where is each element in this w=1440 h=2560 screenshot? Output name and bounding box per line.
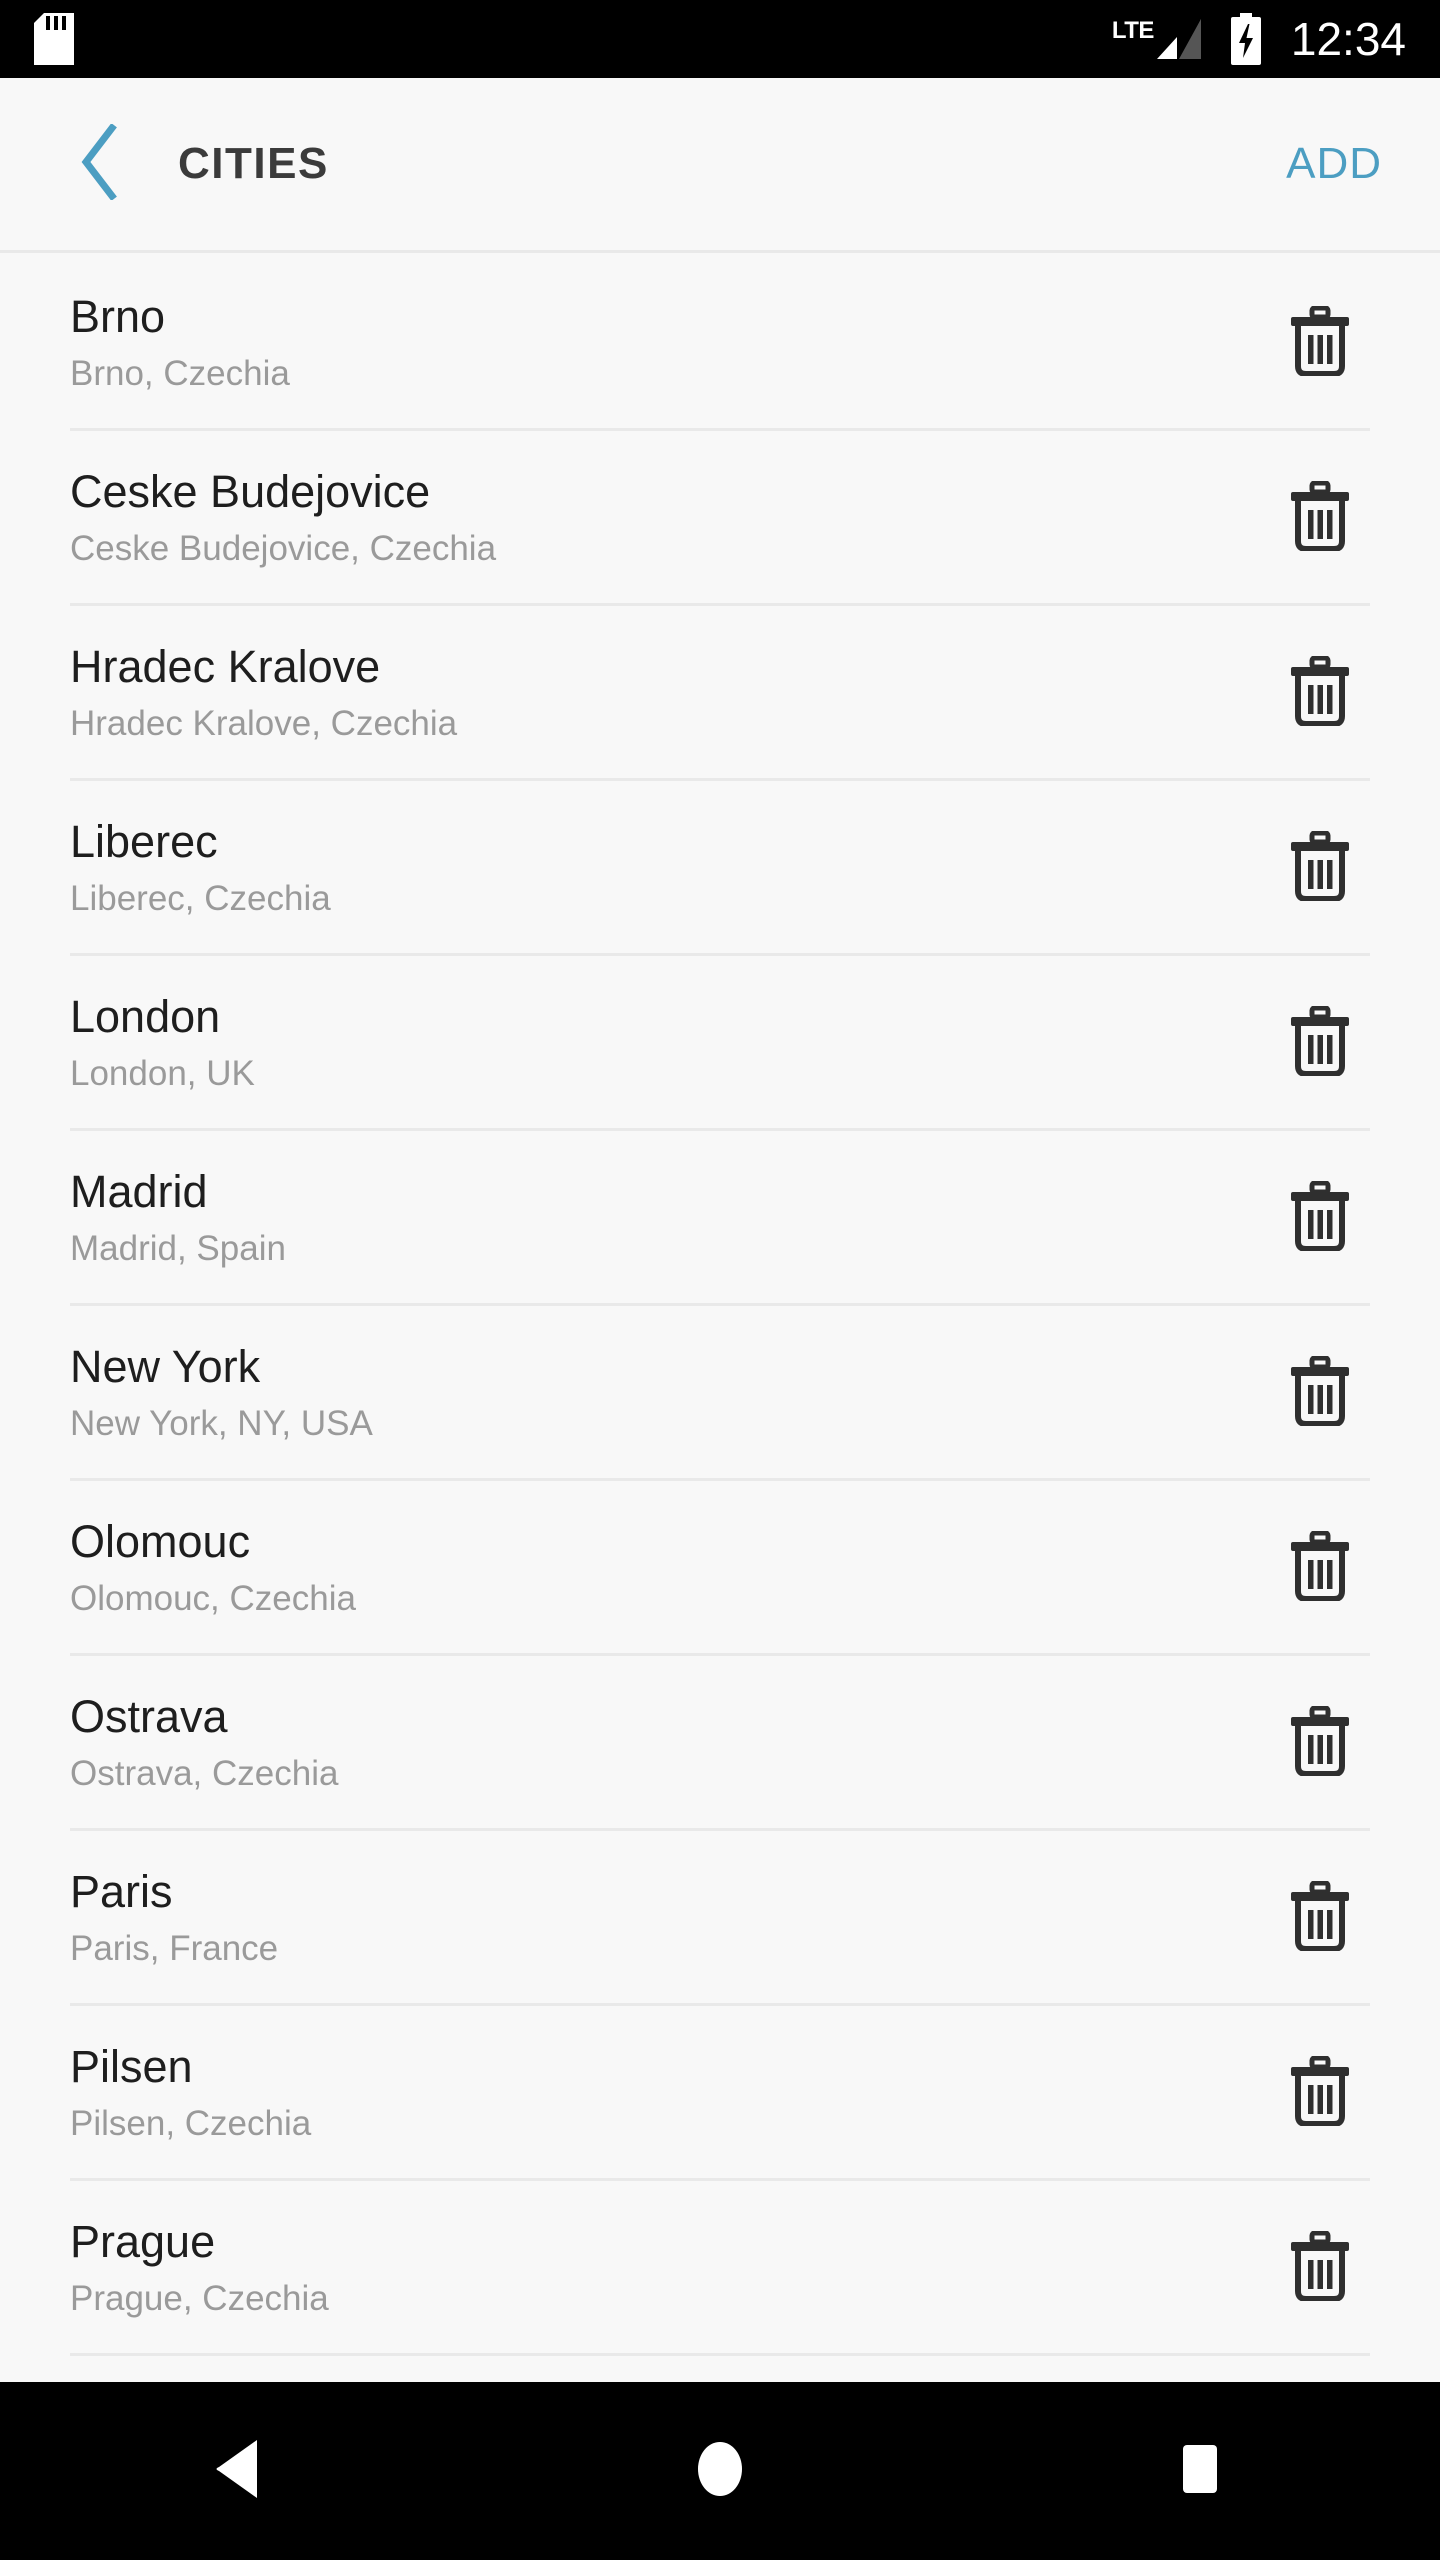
app-bar: CITIES ADD (0, 78, 1440, 253)
city-list-item[interactable]: Ostrava Ostrava, Czechia (0, 1656, 1440, 1831)
city-location: Ostrava, Czechia (70, 1754, 339, 1794)
city-location: Olomouc, Czechia (70, 1579, 356, 1619)
city-location: Liberec, Czechia (70, 879, 331, 919)
city-name: Ceske Budejovice (70, 466, 431, 518)
sim-card-icon (34, 13, 74, 65)
delete-city-button[interactable] (1245, 1131, 1395, 1306)
list-divider (70, 2353, 1370, 2356)
city-location: Brno, Czechia (70, 354, 290, 394)
city-list-item[interactable]: New York New York, NY, USA (0, 1306, 1440, 1481)
trash-icon (1289, 2230, 1351, 2306)
city-list-item-texts: Paris Paris, France (0, 1868, 1245, 1968)
trash-icon (1289, 480, 1351, 556)
city-name: Liberec (70, 816, 218, 868)
city-list-item-texts: New York New York, NY, USA (0, 1343, 1245, 1443)
square-icon (1171, 2438, 1229, 2505)
signal-bars-icon (1155, 15, 1203, 63)
city-list-item-texts: Prague Prague, Czechia (0, 2218, 1245, 2318)
city-name: Ostrava (70, 1691, 228, 1743)
battery-charging-icon (1229, 13, 1291, 65)
trash-icon (1289, 305, 1351, 381)
city-location: London, UK (70, 1054, 255, 1094)
city-list-item-texts: London London, UK (0, 993, 1245, 1093)
add-city-button[interactable]: ADD (1286, 139, 1382, 189)
city-list-item[interactable]: Brno Brno, Czechia (0, 256, 1440, 431)
triangle-left-icon (211, 2438, 269, 2505)
city-location: New York, NY, USA (70, 1404, 373, 1444)
status-bar-clock: 12:34 (1290, 13, 1406, 65)
city-list-item[interactable]: Liberec Liberec, Czechia (0, 781, 1440, 956)
city-list[interactable]: Brno Brno, Czechia Ceske Budejovice Ceske … (0, 256, 1440, 2382)
delete-city-button[interactable] (1245, 1481, 1395, 1656)
city-location: Pilsen, Czechia (70, 2104, 312, 2144)
trash-icon (1289, 1880, 1351, 1956)
nav-recents-button[interactable] (960, 2382, 1440, 2560)
city-name: New York (70, 1341, 261, 1393)
trash-icon (1289, 655, 1351, 731)
delete-city-button[interactable] (1245, 956, 1395, 1131)
city-list-item[interactable]: Ceske Budejovice Ceske Budejovice, Czechi… (0, 431, 1440, 606)
trash-icon (1289, 1530, 1351, 1606)
delete-city-button[interactable] (1245, 1306, 1395, 1481)
nav-home-button[interactable] (480, 2382, 960, 2560)
city-list-item-texts: Madrid Madrid, Spain (0, 1168, 1245, 1268)
city-name: London (70, 991, 221, 1043)
city-name: Hradec Kralove (70, 641, 381, 693)
network-type-label: LTE (1111, 17, 1155, 44)
trash-icon (1289, 2055, 1351, 2131)
city-list-item[interactable]: London London, UK (0, 956, 1440, 1131)
trash-icon (1289, 1355, 1351, 1431)
city-location: Hradec Kralove, Czechia (70, 704, 458, 744)
city-list-item[interactable]: Pilsen Pilsen, Czechia (0, 2006, 1440, 2181)
network-indicator: LTE (1112, 15, 1203, 63)
delete-city-button[interactable] (1245, 606, 1395, 781)
city-name: Paris (70, 1866, 173, 1918)
delete-city-button[interactable] (1245, 781, 1395, 956)
status-bar-left (0, 13, 1112, 65)
page-title: CITIES (178, 139, 329, 188)
city-list-item-texts: Olomouc Olomouc, Czechia (0, 1518, 1245, 1618)
city-location: Paris, France (70, 1929, 279, 1969)
city-location: Prague, Czechia (70, 2279, 329, 2319)
city-list-item-texts: Liberec Liberec, Czechia (0, 818, 1245, 918)
city-name: Olomouc (70, 1516, 251, 1568)
city-list-item-texts: Hradec Kralove Hradec Kralove, Czechia (0, 643, 1245, 743)
chevron-left-icon (78, 122, 122, 205)
city-list-item[interactable]: Paris Paris, France (0, 1831, 1440, 2006)
city-name: Pilsen (70, 2041, 193, 2093)
city-list-item-texts: Brno Brno, Czechia (0, 293, 1245, 393)
city-list-item-texts: Ceske Budejovice Ceske Budejovice, Czechi… (0, 468, 1245, 568)
city-list-item[interactable]: Olomouc Olomouc, Czechia (0, 1481, 1440, 1656)
city-list-item[interactable]: Madrid Madrid, Spain (0, 1131, 1440, 1306)
city-list-item-texts: Pilsen Pilsen, Czechia (0, 2043, 1245, 2143)
city-name: Prague (70, 2216, 216, 2268)
back-button[interactable] (40, 104, 160, 224)
city-name: Brno (70, 291, 166, 343)
city-location: Madrid, Spain (70, 1229, 286, 1269)
delete-city-button[interactable] (1245, 2181, 1395, 2356)
system-navigation-bar (0, 2382, 1440, 2560)
trash-icon (1289, 830, 1351, 906)
delete-city-button[interactable] (1245, 2006, 1395, 2181)
trash-icon (1289, 1005, 1351, 1081)
city-list-item[interactable]: Prague Prague, Czechia (0, 2181, 1440, 2356)
circle-icon (691, 2438, 749, 2505)
trash-icon (1289, 1180, 1351, 1256)
delete-city-button[interactable] (1245, 256, 1395, 431)
delete-city-button[interactable] (1245, 1656, 1395, 1831)
phone-screen: LTE 12:34 CITIES ADD Brno Brno, Czechia … (0, 0, 1440, 2560)
city-location: Ceske Budejovice, Czechia (70, 529, 497, 569)
city-name: Madrid (70, 1166, 208, 1218)
city-list-item[interactable]: Hradec Kralove Hradec Kralove, Czechia (0, 606, 1440, 781)
trash-icon (1289, 1705, 1351, 1781)
delete-city-button[interactable] (1245, 431, 1395, 606)
nav-back-button[interactable] (0, 2382, 480, 2560)
city-list-item-texts: Ostrava Ostrava, Czechia (0, 1693, 1245, 1793)
status-bar-right: LTE 12:34 (1112, 0, 1440, 78)
status-bar: LTE 12:34 (0, 0, 1440, 78)
delete-city-button[interactable] (1245, 1831, 1395, 2006)
